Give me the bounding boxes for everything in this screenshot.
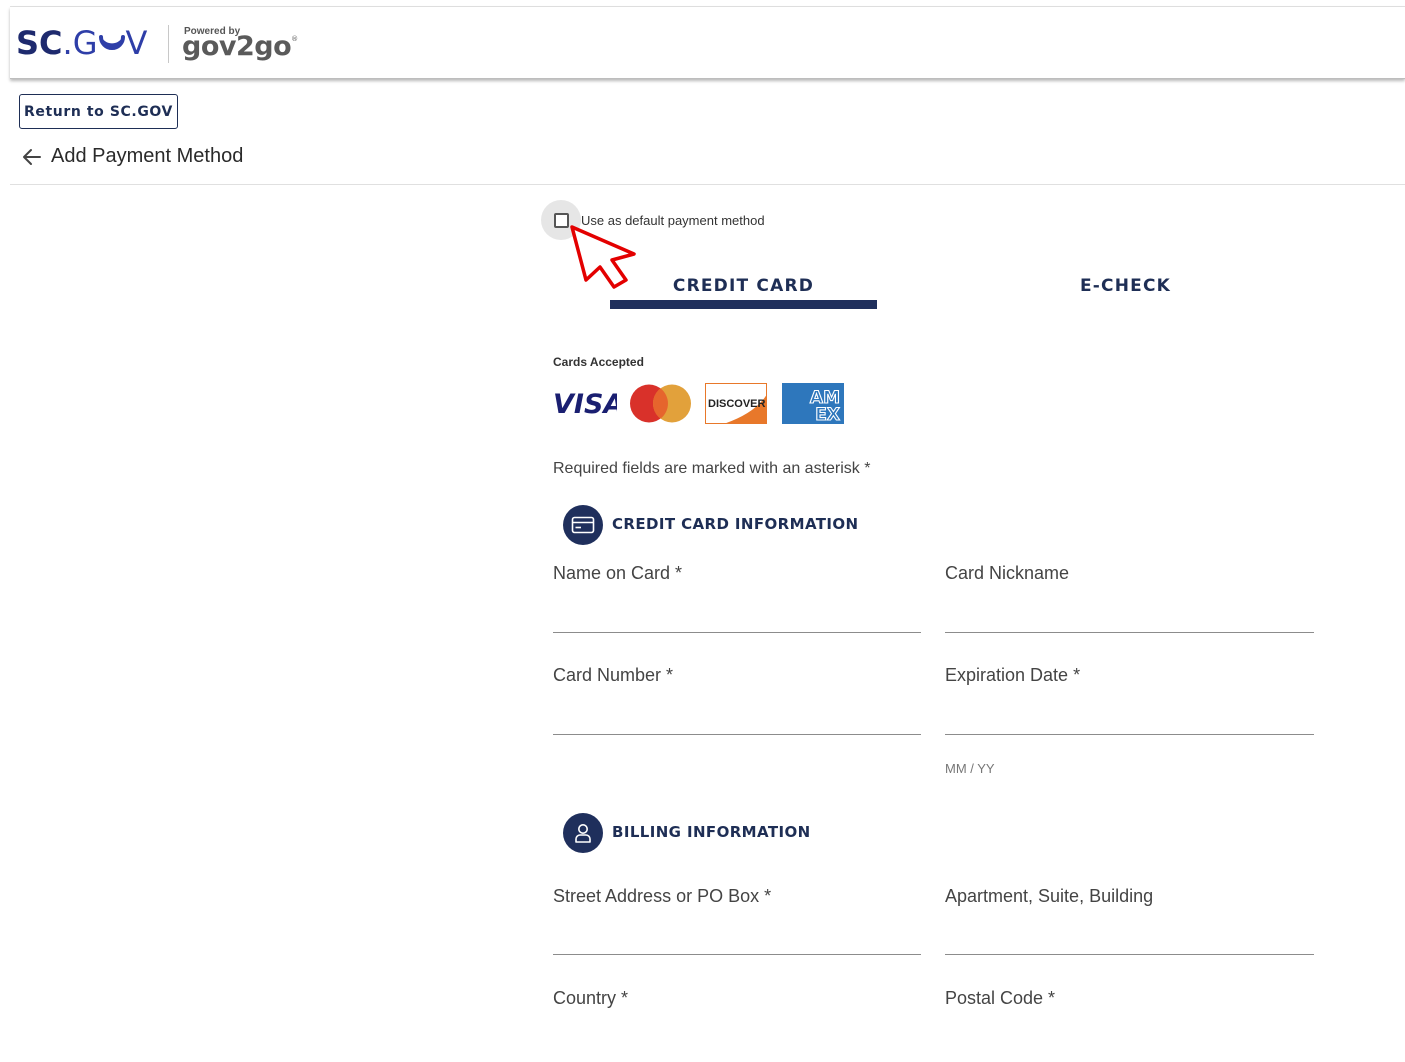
tab-e-check[interactable]: E-CHECK bbox=[992, 276, 1259, 296]
country-label: Country * bbox=[553, 988, 629, 1008]
logo-divider bbox=[168, 25, 169, 63]
sc-gov-logo[interactable]: SC.G V bbox=[16, 23, 147, 63]
street-address-input[interactable] bbox=[553, 922, 921, 952]
amex-logo-icon: AM EX bbox=[782, 383, 844, 424]
return-to-scgov-button[interactable]: Return to SC.GOV bbox=[19, 94, 178, 129]
expiration-date-label: Expiration Date * bbox=[945, 665, 1081, 685]
amex-bottom-text: EX bbox=[815, 405, 840, 424]
required-fields-note: Required fields are marked with an aster… bbox=[553, 460, 871, 477]
billing-section-badge bbox=[563, 813, 603, 853]
card-nickname-label: Card Nickname bbox=[945, 563, 1070, 583]
tab-credit-card[interactable]: CREDIT CARD bbox=[610, 276, 877, 296]
back-arrow-icon[interactable] bbox=[21, 146, 43, 168]
card-number-input[interactable] bbox=[553, 702, 921, 732]
card-nickname-input[interactable] bbox=[945, 600, 1314, 630]
street-address-underline bbox=[553, 954, 921, 955]
credit-card-icon bbox=[571, 516, 595, 534]
postal-code-input[interactable] bbox=[945, 1022, 1314, 1052]
person-icon bbox=[575, 824, 591, 843]
visa-logo-icon: VISA bbox=[553, 389, 617, 418]
expiration-date-underline bbox=[945, 734, 1314, 735]
card-number-label: Card Number * bbox=[553, 665, 674, 685]
mastercard-logo-icon bbox=[630, 384, 691, 423]
page-title: Add Payment Method bbox=[51, 145, 244, 167]
site-header: SC.G V Powered by gov2go® bbox=[10, 7, 1405, 79]
logo-g: G bbox=[72, 24, 98, 62]
default-payment-checkbox[interactable] bbox=[554, 213, 569, 228]
country-input[interactable] bbox=[553, 1022, 921, 1052]
expiration-date-input[interactable] bbox=[945, 702, 1314, 732]
credit-card-section-title: CREDIT CARD INFORMATION bbox=[612, 515, 859, 533]
apartment-input[interactable] bbox=[945, 922, 1314, 952]
expiration-date-hint: MM / YY bbox=[945, 761, 995, 776]
gov2go-logo: gov2go® bbox=[182, 31, 298, 62]
postal-code-label: Postal Code * bbox=[945, 988, 1056, 1008]
discover-text: DISCOVER bbox=[708, 398, 766, 410]
gov2go-text: gov2go bbox=[182, 31, 292, 62]
apartment-underline bbox=[945, 954, 1314, 955]
logo-sc-text: SC bbox=[16, 24, 63, 62]
logo-v: V bbox=[125, 24, 148, 62]
gov2go-mark: ® bbox=[291, 35, 298, 43]
apartment-label: Apartment, Suite, Building bbox=[945, 886, 1154, 906]
discover-logo-icon: DISCOVER bbox=[705, 383, 767, 424]
active-tab-indicator bbox=[610, 300, 877, 309]
title-divider bbox=[10, 184, 1405, 185]
cards-accepted-label: Cards Accepted bbox=[553, 355, 644, 369]
logo-dot: . bbox=[62, 24, 73, 62]
street-address-label: Street Address or PO Box * bbox=[553, 886, 772, 906]
visa-text: VISA bbox=[553, 389, 617, 418]
name-on-card-label: Name on Card * bbox=[553, 563, 683, 583]
card-number-underline bbox=[553, 734, 921, 735]
name-on-card-input[interactable] bbox=[553, 600, 921, 630]
credit-card-section-badge bbox=[563, 505, 603, 545]
billing-section-title: BILLING INFORMATION bbox=[612, 823, 811, 841]
moon-icon bbox=[98, 35, 125, 50]
name-on-card-underline bbox=[553, 632, 921, 633]
card-nickname-underline bbox=[945, 632, 1314, 633]
